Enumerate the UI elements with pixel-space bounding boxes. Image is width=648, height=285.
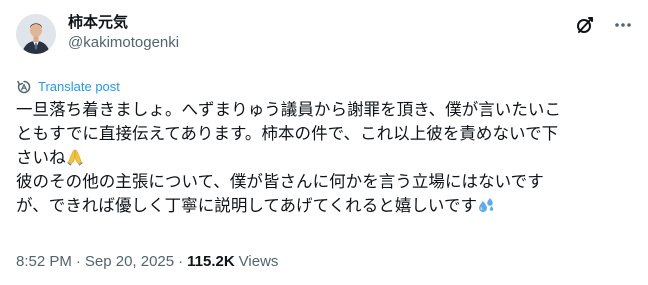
- post-line-text: が、できれば優しく丁寧に説明してあげてくれると嬉しいです: [16, 196, 478, 215]
- translate-label: Translate post: [38, 79, 120, 94]
- post-date[interactable]: Sep 20, 2025: [85, 252, 174, 272]
- post-line: 一旦落ち着きましょ。へずまりゅう議員から謝罪を頂き、僕が言いたいこ: [16, 100, 561, 119]
- post-time[interactable]: 8:52 PM: [16, 252, 72, 272]
- grok-icon[interactable]: [574, 14, 596, 36]
- more-icon[interactable]: [612, 14, 634, 36]
- meta-separator: ·: [75, 253, 81, 270]
- meta-separator: ·: [178, 253, 184, 270]
- post-line-with-emoji: さいね: [16, 146, 634, 170]
- post-line: 彼のその他の主張について、僕が皆さんに何かを言う立場にはないです: [16, 172, 544, 191]
- views-count[interactable]: 115.2K: [187, 252, 235, 272]
- top-actions: [574, 14, 634, 36]
- post-line: ともすでに直接伝えてあります。柿本の件で、これ以上彼を責めないで下: [16, 124, 559, 143]
- views-label: Views: [238, 253, 279, 270]
- post-text: 一旦落ち着きましょ。へずまりゅう議員から謝罪を頂き、僕が言いたいこ ともすでに直…: [16, 98, 634, 218]
- author-block: 柿本元気 @kakimotogenki: [68, 12, 179, 53]
- translate-post-link[interactable]: Translate post: [16, 79, 120, 95]
- display-name[interactable]: 柿本元気: [68, 12, 179, 32]
- avatar[interactable]: [16, 14, 56, 54]
- folded-hands-emoji: [66, 148, 84, 166]
- translate-icon: [16, 79, 32, 95]
- post-line-text: さいね: [16, 148, 66, 167]
- post-meta: 8:52 PM · Sep 20, 2025 · 115.2K Views: [16, 252, 278, 272]
- post: 柿本元気 @kakimotogenki Translate post 一旦落ち着…: [0, 0, 648, 285]
- sweat-droplets-emoji: [477, 196, 495, 214]
- post-line-with-emoji: が、できれば優しく丁寧に説明してあげてくれると嬉しいです: [16, 194, 634, 218]
- handle[interactable]: @kakimotogenki: [68, 33, 179, 53]
